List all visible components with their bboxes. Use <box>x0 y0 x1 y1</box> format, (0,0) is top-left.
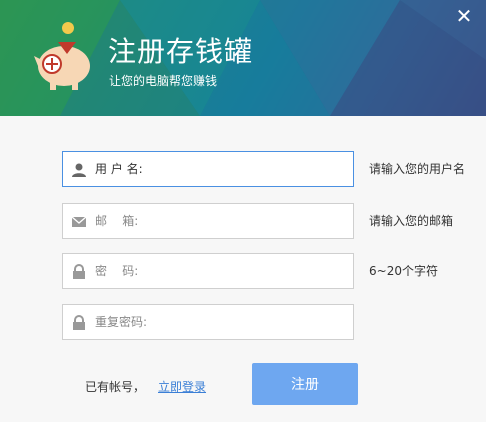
username-input[interactable] <box>143 156 347 184</box>
have-account-text: 已有帐号， <box>85 380 146 394</box>
close-icon[interactable]: ✕ <box>454 6 474 26</box>
email-label: 邮 箱: <box>95 214 139 228</box>
password-hint: 6~20个字符 <box>369 264 438 278</box>
email-input[interactable] <box>143 208 347 236</box>
password-field[interactable]: 密 码: <box>62 253 354 289</box>
password-input[interactable] <box>143 258 347 286</box>
page-subtitle: 让您的电脑帮您赚钱 <box>109 74 218 88</box>
mail-icon <box>71 216 87 227</box>
piggy-bank-logo <box>28 20 98 92</box>
username-field[interactable]: 用 户 名: <box>62 151 354 187</box>
lock-icon <box>73 315 85 330</box>
lock-icon <box>73 264 85 279</box>
header-banner: 注册存钱罐 让您的电脑帮您赚钱 ✕ <box>0 0 486 116</box>
email-hint: 请输入您的邮箱 <box>369 214 454 228</box>
page-title: 注册存钱罐 <box>108 35 254 68</box>
user-icon <box>72 163 86 177</box>
repeat-password-label: 重复密码: <box>95 315 148 329</box>
repeat-password-input[interactable] <box>143 309 347 337</box>
register-button[interactable]: 注册 <box>252 363 358 405</box>
password-label: 密 码: <box>95 264 139 278</box>
repeat-password-field[interactable]: 重复密码: <box>62 304 354 340</box>
email-field[interactable]: 邮 箱: <box>62 203 354 239</box>
username-hint: 请输入您的用户名 <box>369 162 466 176</box>
login-link[interactable]: 立即登录 <box>158 378 206 395</box>
username-label: 用 户 名: <box>95 162 143 176</box>
